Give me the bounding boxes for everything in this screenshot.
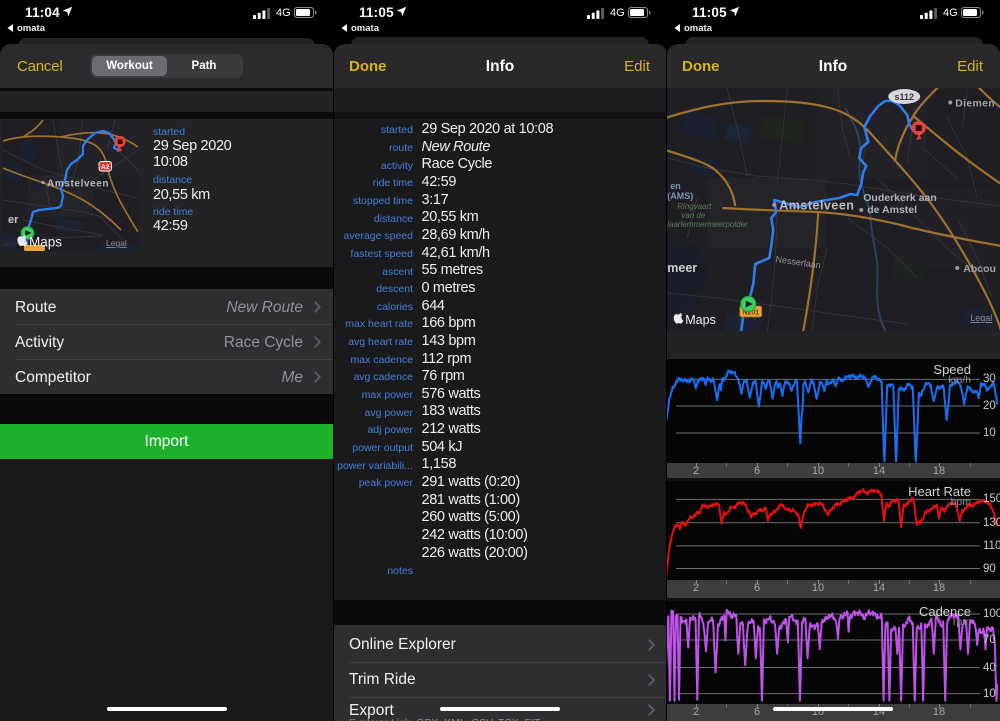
svg-text:Legal: Legal [970, 313, 992, 323]
svg-text:Amstelveen: Amstelveen [47, 178, 109, 189]
svg-text:Amstelveen: Amstelveen [779, 199, 854, 213]
svg-text:van de: van de [681, 211, 706, 220]
svg-text:s112: s112 [894, 92, 914, 102]
svg-text:Legal: Legal [106, 238, 127, 248]
svg-text:meer: meer [667, 261, 697, 275]
svg-text:A2: A2 [101, 163, 110, 170]
svg-text:Maps: Maps [29, 234, 62, 249]
svg-text:Abcou: Abcou [963, 263, 996, 275]
svg-text:Maps: Maps [685, 313, 716, 327]
svg-text:en: en [670, 181, 681, 191]
svg-text:er: er [8, 214, 19, 226]
svg-text:Diemen: Diemen [955, 98, 995, 110]
svg-text:Ouderkerk aan: Ouderkerk aan [863, 192, 937, 204]
svg-text:de Amstel: de Amstel [867, 204, 917, 216]
svg-text:(AMS): (AMS) [667, 191, 693, 201]
svg-text:laarlemmermeerpolder: laarlemmermeerpolder [667, 220, 748, 229]
svg-text:Ringvaart: Ringvaart [677, 202, 712, 211]
